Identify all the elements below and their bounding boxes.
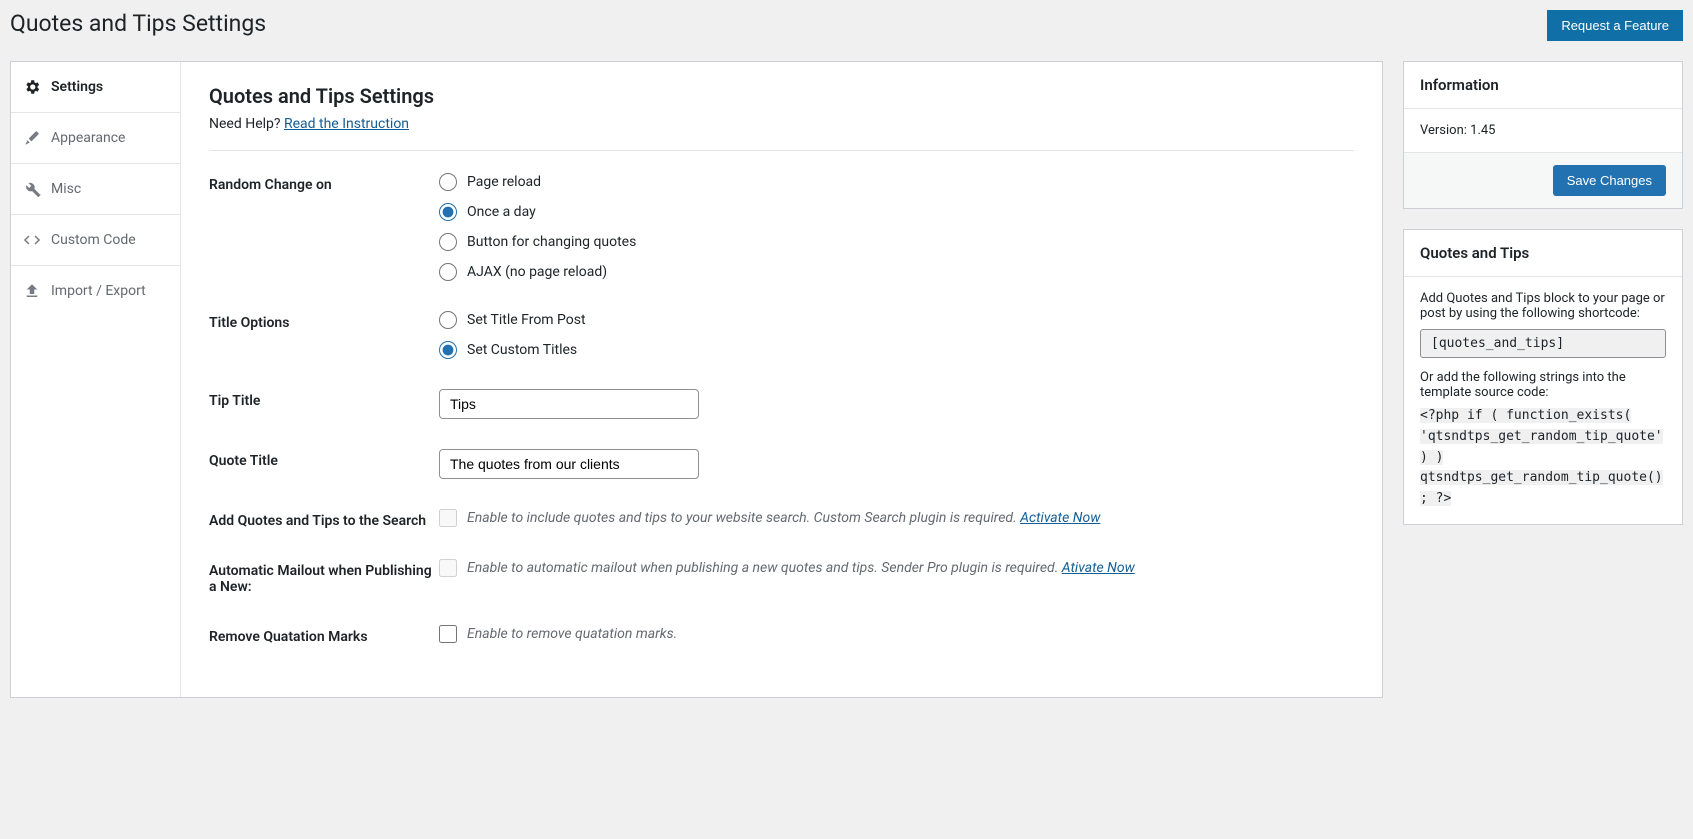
sidebar-item-appearance[interactable]: Appearance [11, 113, 180, 164]
radio-label: Once a day [467, 204, 536, 220]
version-value: 1.45 [1470, 123, 1495, 138]
information-box: Information Version: 1.45 Save Changes [1403, 61, 1683, 209]
radio-input[interactable] [439, 233, 457, 251]
radio-input[interactable] [439, 311, 457, 329]
content-heading: Quotes and Tips Settings [209, 84, 1354, 108]
right-column: Information Version: 1.45 Save Changes Q… [1403, 61, 1683, 698]
radio-title-from-post[interactable]: Set Title From Post [439, 311, 1354, 329]
radio-once-a-day[interactable]: Once a day [439, 203, 1354, 221]
activate-search-link[interactable]: Activate Now [1020, 510, 1100, 526]
radio-input[interactable] [439, 203, 457, 221]
sidebar-item-label: Appearance [51, 130, 125, 146]
radio-input[interactable] [439, 263, 457, 281]
remove-marks-desc: Enable to remove quatation marks. [467, 626, 677, 642]
radio-input[interactable] [439, 341, 457, 359]
request-feature-button[interactable]: Request a Feature [1547, 10, 1683, 41]
tip-title-input[interactable] [439, 389, 699, 419]
sidebar-item-label: Import / Export [51, 283, 146, 299]
qt-title: Quotes and Tips [1404, 230, 1682, 277]
radio-label: Page reload [467, 174, 541, 190]
wrench-icon [23, 180, 41, 198]
sidebar-item-label: Misc [51, 181, 81, 197]
shortcode-display[interactable]: [quotes_and_tips] [1420, 329, 1666, 358]
qt-or-text: Or add the following strings into the te… [1420, 370, 1666, 400]
mailout-desc: Enable to automatic mailout when publish… [467, 560, 1062, 576]
radio-page-reload[interactable]: Page reload [439, 173, 1354, 191]
radio-input[interactable] [439, 173, 457, 191]
qt-intro: Add Quotes and Tips block to your page o… [1420, 291, 1666, 321]
radio-label: Set Custom Titles [467, 342, 577, 358]
sidebar-item-settings[interactable]: Settings [11, 62, 180, 113]
upload-icon [23, 282, 41, 300]
help-prefix: Need Help? [209, 116, 284, 132]
sidebar-item-custom-code[interactable]: Custom Code [11, 215, 180, 266]
radio-label: AJAX (no page reload) [467, 264, 607, 280]
activate-mailout-link[interactable]: Ativate Now [1062, 560, 1135, 576]
main-panel: Settings Appearance Misc Custom Code [10, 61, 1383, 698]
sidebar-item-misc[interactable]: Misc [11, 164, 180, 215]
info-title: Information [1404, 62, 1682, 109]
help-link[interactable]: Read the Instruction [284, 116, 409, 132]
code-icon [23, 231, 41, 249]
label-auto-mailout: Automatic Mailout when Publishing a New: [209, 559, 439, 595]
radio-ajax[interactable]: AJAX (no page reload) [439, 263, 1354, 281]
label-tip-title: Tip Title [209, 389, 439, 409]
quote-title-input[interactable] [439, 449, 699, 479]
sidebar-item-label: Custom Code [51, 232, 136, 248]
radio-group-title-options: Set Title From Post Set Custom Titles [439, 311, 1354, 359]
radio-button-change[interactable]: Button for changing quotes [439, 233, 1354, 251]
quotes-tips-box: Quotes and Tips Add Quotes and Tips bloc… [1403, 229, 1683, 525]
label-random-change: Random Change on [209, 173, 439, 193]
sidebar-item-label: Settings [51, 79, 103, 95]
settings-content: Quotes and Tips Settings Need Help? Read… [181, 62, 1382, 697]
label-remove-marks: Remove Quatation Marks [209, 625, 439, 645]
search-checkbox[interactable] [439, 509, 457, 527]
sidebar: Settings Appearance Misc Custom Code [11, 62, 181, 697]
save-changes-button[interactable]: Save Changes [1553, 165, 1666, 196]
radio-label: Button for changing quotes [467, 234, 636, 250]
search-desc: Enable to include quotes and tips to you… [467, 510, 1020, 526]
label-title-options: Title Options [209, 311, 439, 331]
radio-group-random-change: Page reload Once a day Button for changi… [439, 173, 1354, 281]
code-display[interactable]: <?php if ( function_exists( 'qtsndtps_ge… [1420, 406, 1666, 510]
mailout-checkbox[interactable] [439, 559, 457, 577]
page-title: Quotes and Tips Settings [10, 10, 266, 37]
remove-marks-checkbox[interactable] [439, 625, 457, 643]
radio-label: Set Title From Post [467, 312, 586, 328]
label-add-to-search: Add Quotes and Tips to the Search [209, 509, 439, 529]
version-label: Version: [1420, 123, 1470, 138]
radio-custom-titles[interactable]: Set Custom Titles [439, 341, 1354, 359]
gear-icon [23, 78, 41, 96]
label-quote-title: Quote Title [209, 449, 439, 469]
sidebar-item-import-export[interactable]: Import / Export [11, 266, 180, 316]
brush-icon [23, 129, 41, 147]
